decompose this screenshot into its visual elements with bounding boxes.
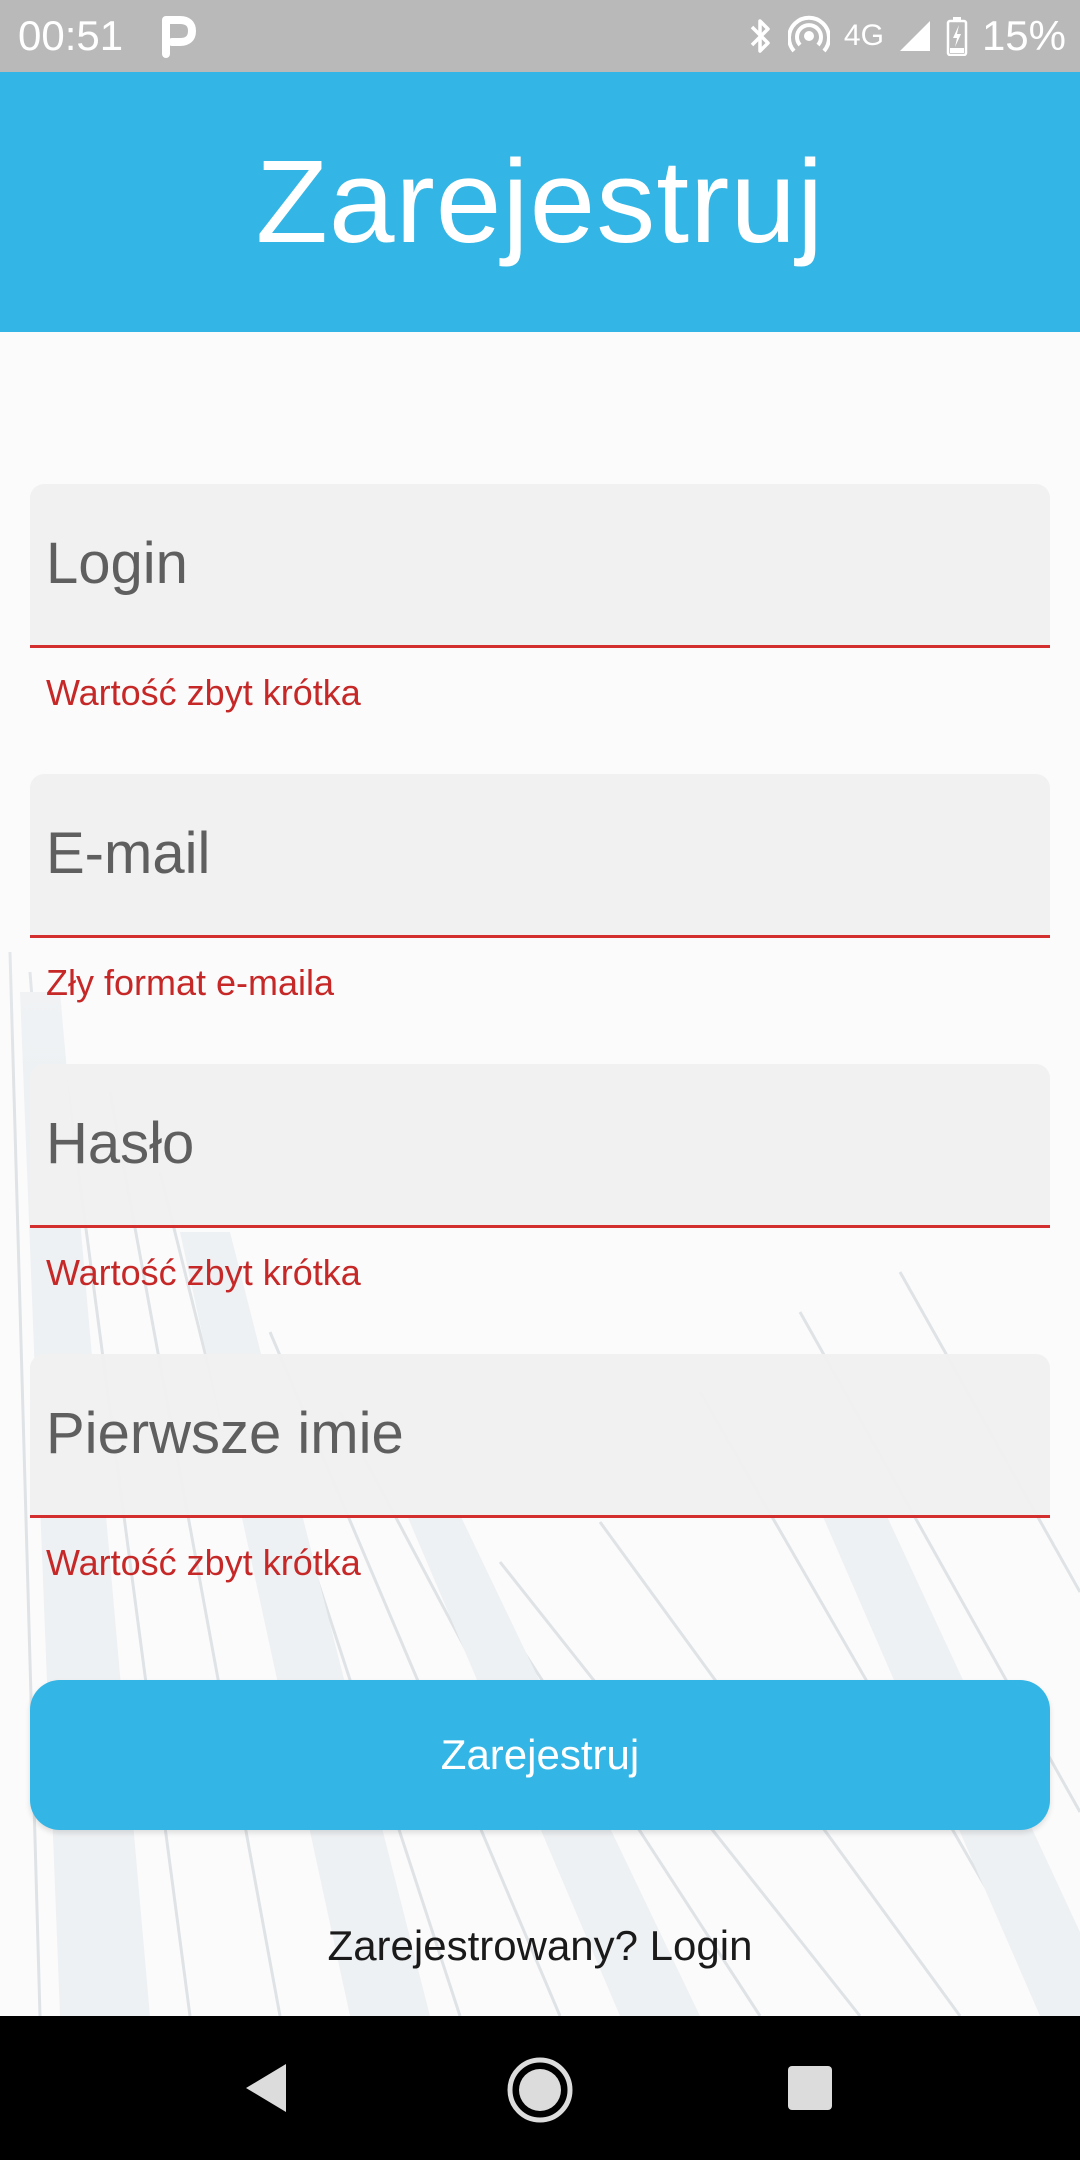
signal-icon	[898, 19, 932, 53]
email-error: Zły format e-maila	[46, 962, 335, 1003]
battery-percent: 15%	[981, 12, 1066, 59]
login-placeholder: Login	[46, 531, 188, 596]
password-placeholder: Hasło	[46, 1111, 195, 1176]
email-placeholder: E-mail	[46, 821, 211, 886]
back-icon[interactable]	[242, 2060, 290, 2121]
page-title: Zarejestruj	[255, 136, 825, 268]
password-error: Wartość zbyt krótka	[46, 1252, 361, 1293]
status-time: 00:51	[18, 12, 124, 59]
battery-charging-icon	[946, 16, 968, 56]
hotspot-icon	[787, 15, 830, 57]
first-name-placeholder: Pierwsze imie	[46, 1401, 404, 1466]
bluetooth-icon	[746, 16, 774, 56]
first-name-field[interactable]: Pierwsze imie	[30, 1354, 1050, 1518]
network-type: 4G	[843, 19, 884, 52]
recent-apps-icon[interactable]	[786, 2064, 834, 2117]
register-button[interactable]: Zarejestruj	[30, 1680, 1050, 1830]
register-form: Login Wartość zbyt krótka E-mail Zły for…	[0, 332, 1080, 2016]
status-icons: 4G 15%	[746, 10, 1066, 62]
password-field[interactable]: Hasło	[30, 1064, 1050, 1228]
app-header: Zarejestruj	[0, 72, 1080, 332]
login-field[interactable]: Login	[30, 484, 1050, 648]
status-bar: 00:51 4G 15%	[0, 0, 1080, 72]
login-link[interactable]: Zarejestrowany? Login	[0, 1922, 1080, 1970]
login-error: Wartość zbyt krótka	[46, 672, 361, 713]
register-button-label: Zarejestruj	[440, 1731, 640, 1778]
email-field[interactable]: E-mail	[30, 774, 1050, 938]
parking-p-icon	[160, 14, 196, 58]
first-name-error: Wartość zbyt krótka	[46, 1542, 361, 1583]
navigation-bar	[0, 2016, 1080, 2160]
home-icon[interactable]	[506, 2056, 574, 2129]
